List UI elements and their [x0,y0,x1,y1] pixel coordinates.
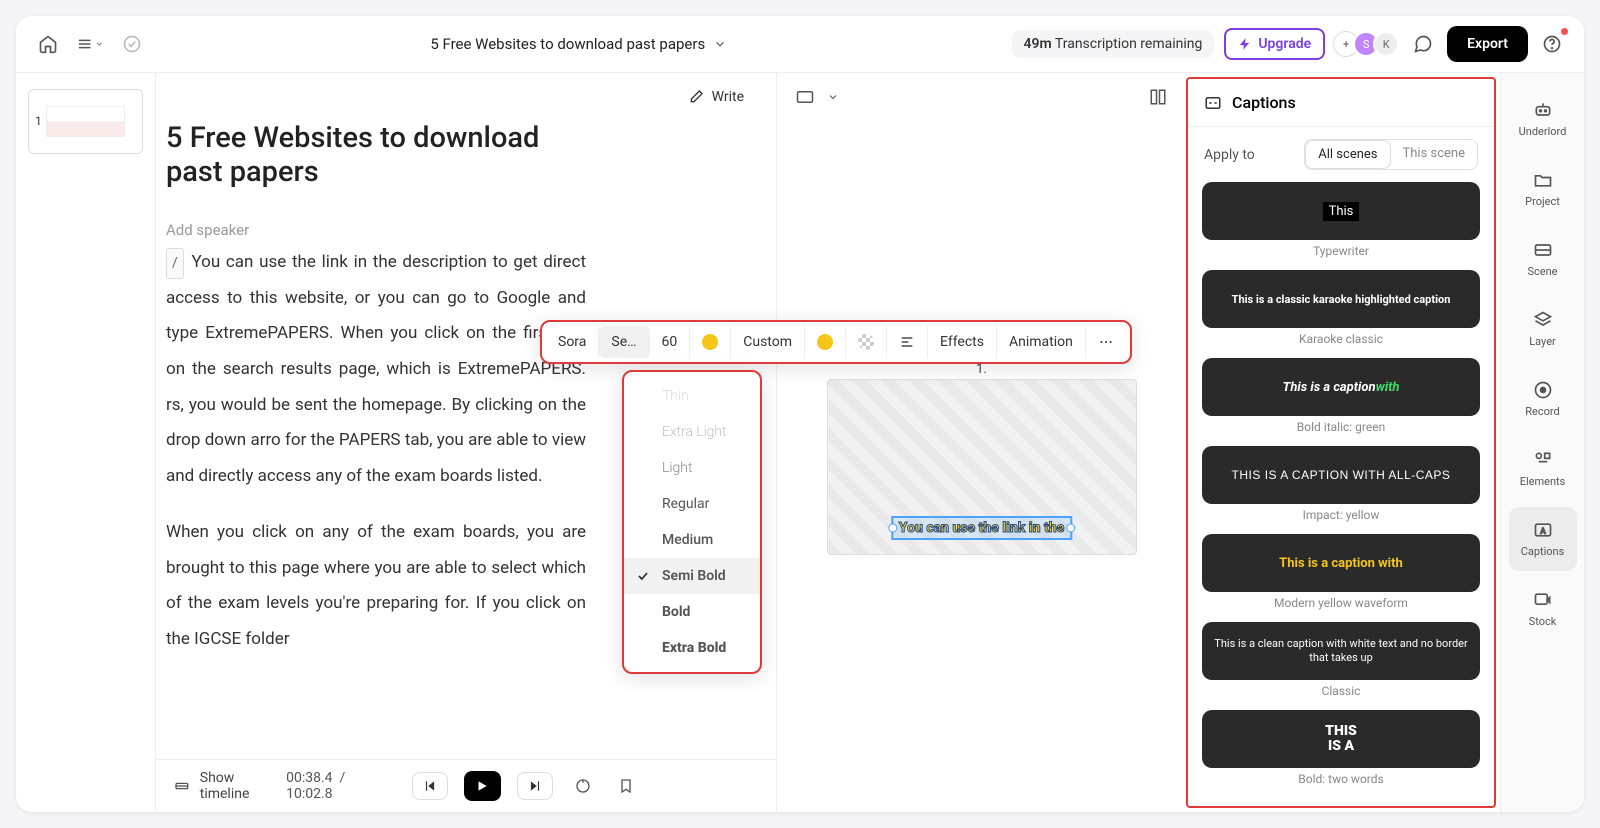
preset-select[interactable]: Custom [731,326,805,358]
next-button[interactable] [517,772,553,800]
export-button[interactable]: Export [1447,26,1528,62]
pen-icon [688,89,704,105]
svg-text:A: A [1540,526,1545,535]
more-button[interactable] [1086,326,1126,358]
show-timeline-button[interactable]: Show timeline [200,770,286,802]
transcription-status: 49m Transcription remaining [1012,30,1215,58]
aspect-icon[interactable] [791,83,819,111]
caption-label: Bold: two words [1202,772,1480,786]
upgrade-button[interactable]: Upgrade [1224,28,1325,60]
transcript-p2: When you click on any of the exam boards… [166,515,586,658]
play-button[interactable] [464,771,501,801]
write-button[interactable]: Write [678,83,754,111]
weight-select[interactable]: Se… [599,326,649,358]
caption-style-typewriter[interactable]: This [1202,182,1480,240]
timeline-icon [174,778,190,794]
rail-captions[interactable]: ACaptions [1509,507,1577,571]
loop-icon[interactable] [569,772,596,800]
weight-extra-light[interactable]: Extra Light [624,414,760,450]
seg-all-scenes[interactable]: All scenes [1305,140,1390,169]
status-label: Transcription remaining [1055,36,1202,52]
rail-elements[interactable]: Elements [1509,437,1577,501]
topbar: 5 Free Websites to download past papers … [16,16,1584,73]
caption-style-bold-italic[interactable]: This is a caption with [1202,358,1480,416]
transcript[interactable]: / You can use the link in the descriptio… [166,245,586,658]
check-circle-icon[interactable] [118,30,146,58]
seg-this-scene[interactable]: This scene [1391,140,1478,169]
time-remaining: 49m [1024,36,1052,52]
lightning-icon [1238,37,1252,51]
animation-button[interactable]: Animation [997,326,1086,358]
thumb-number: 1 [35,114,42,128]
weight-regular[interactable]: Regular [624,486,760,522]
text-color[interactable] [690,326,731,358]
caption-label: Classic [1202,684,1480,698]
avatars: + S K [1339,31,1399,57]
home-icon[interactable] [34,30,62,58]
chevron-down-icon[interactable] [827,91,839,103]
weight-bold[interactable]: Bold [624,594,760,630]
scene-thumbnail[interactable]: 1 [28,89,143,154]
rail-underlord[interactable]: Underlord [1509,87,1577,151]
avatar-2[interactable]: K [1373,31,1399,57]
layout-icon[interactable] [1144,83,1172,111]
bg-transparent[interactable] [846,326,887,358]
weight-medium[interactable]: Medium [624,522,760,558]
captions-panel: Captions Apply to All scenes This scene … [1186,77,1496,808]
menu-icon[interactable] [76,30,104,58]
time-total: 10:02.8 [286,786,332,802]
caption-style-two-words[interactable]: THISIS A [1202,710,1480,768]
rail-project[interactable]: Project [1509,157,1577,221]
video-preview[interactable]: 1. You can use the link in the [827,379,1137,555]
bookmark-icon[interactable] [612,772,639,800]
check-icon [636,569,650,583]
caption-style-waveform[interactable]: This is a caption with [1202,534,1480,592]
doc-title[interactable]: 5 Free Websites to download past papers [166,121,586,189]
weight-light[interactable]: Light [624,450,760,486]
preview-pane: 1. You can use the link in the [776,73,1186,812]
rail-record[interactable]: Record [1509,367,1577,431]
help-icon[interactable] [1538,30,1566,58]
time-current: 00:38.4 [286,770,332,786]
font-select[interactable]: Sora [546,326,599,358]
weight-semibold[interactable]: Semi Bold [624,558,760,594]
rail-scene[interactable]: Scene [1509,227,1577,291]
font-weight-dropdown: Thin Extra Light Light Regular Medium Se… [622,370,762,674]
rail-layer[interactable]: Layer [1509,297,1577,361]
weight-extra-bold[interactable]: Extra Bold [624,630,760,666]
caption-toolbar: Sora Se… 60 Custom Effects Animation [540,320,1132,364]
caption-label: Impact: yellow [1202,508,1480,522]
size-input[interactable]: 60 [650,326,691,358]
project-title[interactable]: 5 Free Websites to download past papers [430,35,705,53]
right-rail: Underlord Project Scene Layer Record Ele… [1500,73,1584,812]
caption-label: Bold italic: green [1202,420,1480,434]
prev-button[interactable] [412,772,448,800]
chat-icon[interactable] [1409,30,1437,58]
weight-thin[interactable]: Thin [624,378,760,414]
caption-overlay[interactable]: You can use the link in the [891,516,1072,540]
slash-marker: / [166,248,184,279]
bg-color[interactable] [805,326,846,358]
rail-stock[interactable]: Stock [1509,577,1577,641]
caption-label: Karaoke classic [1202,332,1480,346]
caption-label: Modern yellow waveform [1202,596,1480,610]
caption-label: Typewriter [1202,244,1480,258]
apply-to-label: Apply to [1204,147,1255,163]
add-speaker[interactable]: Add speaker [166,221,746,239]
align-select[interactable] [887,326,928,358]
footer: Show timeline 00:38.4 / 10:02.8 [156,759,776,812]
chevron-down-icon[interactable] [713,37,727,51]
caption-style-karaoke[interactable]: This is a classic karaoke highlighted ca… [1202,270,1480,328]
captions-icon [1204,94,1222,112]
thumbnail-column: 1 [16,73,156,812]
effects-button[interactable]: Effects [928,326,997,358]
transcript-p1: You can use the link in the description … [166,252,586,486]
caption-style-classic[interactable]: This is a clean caption with white text … [1202,622,1480,680]
caption-style-impact[interactable]: THIS IS A CAPTION WITH ALL-CAPS [1202,446,1480,504]
apply-segmented: All scenes This scene [1304,139,1478,170]
captions-header: Captions [1232,93,1296,112]
